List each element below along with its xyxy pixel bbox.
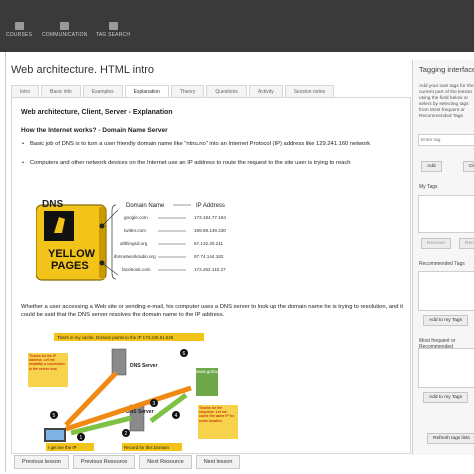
dns-yellow-pages-image: DNS YELLOW PAGES Domain Name IP Address … [36,199,226,281]
step-number: 1 [80,435,83,441]
my-tags-list[interactable] [418,195,474,233]
top-navigation-bar: COURSES COMMUNICATION TAG SEARCH [0,0,474,52]
add-recommended-to-my-tags-button[interactable]: Add to my Tags [423,315,468,326]
nav-tag-search-label: TAG SEARCH [96,32,131,38]
left-note-text: Thanks for the IP address. Let me establ… [29,354,65,371]
most-frequent-tags-list[interactable] [418,348,474,388]
nav-communication[interactable]: COMMUNICATION [42,22,88,42]
recommended-tags-list[interactable] [418,271,474,311]
dns-col-domain: Domain Name [126,203,165,209]
right-note: Thanks for the response. Let me cache th… [199,406,234,423]
dns-row-domain: ibmnetworkradio.org [114,254,156,259]
left-frame-border [5,52,6,472]
dns-row-ip: 199.59.149.230 [194,228,226,233]
dns-row-domain: allthingsd.org [120,241,148,246]
add-tag-button[interactable]: Add [421,161,442,172]
remove-tag-button[interactable]: Remove [421,238,451,249]
dns-row-domain: google.com [124,215,148,220]
next-resource-button[interactable]: Next Resource [139,455,192,469]
remove-all-tags-button[interactable]: Remove all [459,238,474,249]
step-number: 2 [125,431,128,437]
left-note: Thanks for the IP address. Let me establ… [29,354,65,371]
step-number: 4 [175,413,178,419]
nav-courses-label: COURSES [6,32,33,38]
nav-courses[interactable]: COURSES [6,22,32,42]
laptop-screen [46,430,64,440]
clear-tag-button[interactable]: Clear [463,161,474,172]
my-tags-label: My Tags [419,184,438,190]
dns-lookup-diagram: That's in my cache. Domain points to the… [28,333,238,451]
tag-input[interactable] [418,134,474,146]
step-number: 3 [153,401,156,407]
lesson-content: Web architecture, Client, Server - Expla… [11,97,411,454]
add-frequent-to-my-tags-button[interactable]: Add to my Tags [423,392,468,403]
dns-server-top-icon [111,348,127,376]
dns-explanation-paragraph: Whether a user accessing a Web site or s… [21,304,404,318]
dns-server-top-label: DNS Server [130,363,158,369]
dns-row-ip: 173.194.77.184 [194,215,226,220]
dns-row-ip: 97.74.144.182 [194,254,224,259]
step-number: 6 [183,351,186,357]
website-label: www.gohacking.com [196,369,237,374]
dns-logo-line1: YELLOW [48,248,96,260]
lesson-pager: Previous lesson Previous Resource Next R… [14,455,244,469]
bottom-left-text: I get me the IP [48,445,77,450]
previous-lesson-button[interactable]: Previous lesson [14,455,69,469]
content-subheading: How the Internet works? - Domain Name Se… [21,127,168,134]
dns-row-ip: 67.132.20.211 [194,241,223,246]
dns-row-ip: 173.252.110.27 [194,267,226,272]
bullet-dns-job: Basic job of DNS is to turn a user frien… [22,141,410,149]
step-number: 5 [53,413,56,419]
content-heading: Web architecture, Client, Server - Expla… [21,109,173,116]
dns-col-ip: IP Address [196,203,225,209]
tagging-panel: Tagging interface Add your own tags for … [412,60,474,455]
courses-icon [14,22,24,30]
communication-icon [60,22,70,30]
table-bracket [111,204,117,280]
dns-table-rows: google.com 173.194.77.184 twitter.com 19… [114,215,226,272]
book-spine [99,207,105,278]
nav-tag-search[interactable]: TAG SEARCH [96,22,130,42]
dns-row-domain: facebook.com [122,267,151,272]
tag-search-icon [108,22,118,30]
nav-communication-label: COMMUNICATION [42,32,88,38]
dns-row-domain: twitter.com [124,228,146,233]
dns-logo-line2: PAGES [51,260,89,272]
recommended-tags-label: Recommended Tags [419,261,465,267]
refresh-tags-button[interactable]: Refresh tags lists [427,433,474,444]
right-note-text: Thanks for the response. Let me cache th… [199,406,234,423]
tagging-description: Add your own tags for the current part o… [419,84,474,119]
bullet-ip-routing: Computers and other network devices on t… [22,160,410,168]
page-title: Web architecture. HTML intro [11,64,155,76]
cache-banner-text: That's in my cache. Domain points to the… [57,335,174,340]
previous-resource-button[interactable]: Previous Resource [72,455,136,469]
tagging-panel-title: Tagging interface [419,65,474,74]
next-lesson-button[interactable]: Next lesson [195,455,241,469]
dns-logo-title: DNS [42,199,63,210]
bottom-mid-text: Record for this Domain [124,445,169,450]
